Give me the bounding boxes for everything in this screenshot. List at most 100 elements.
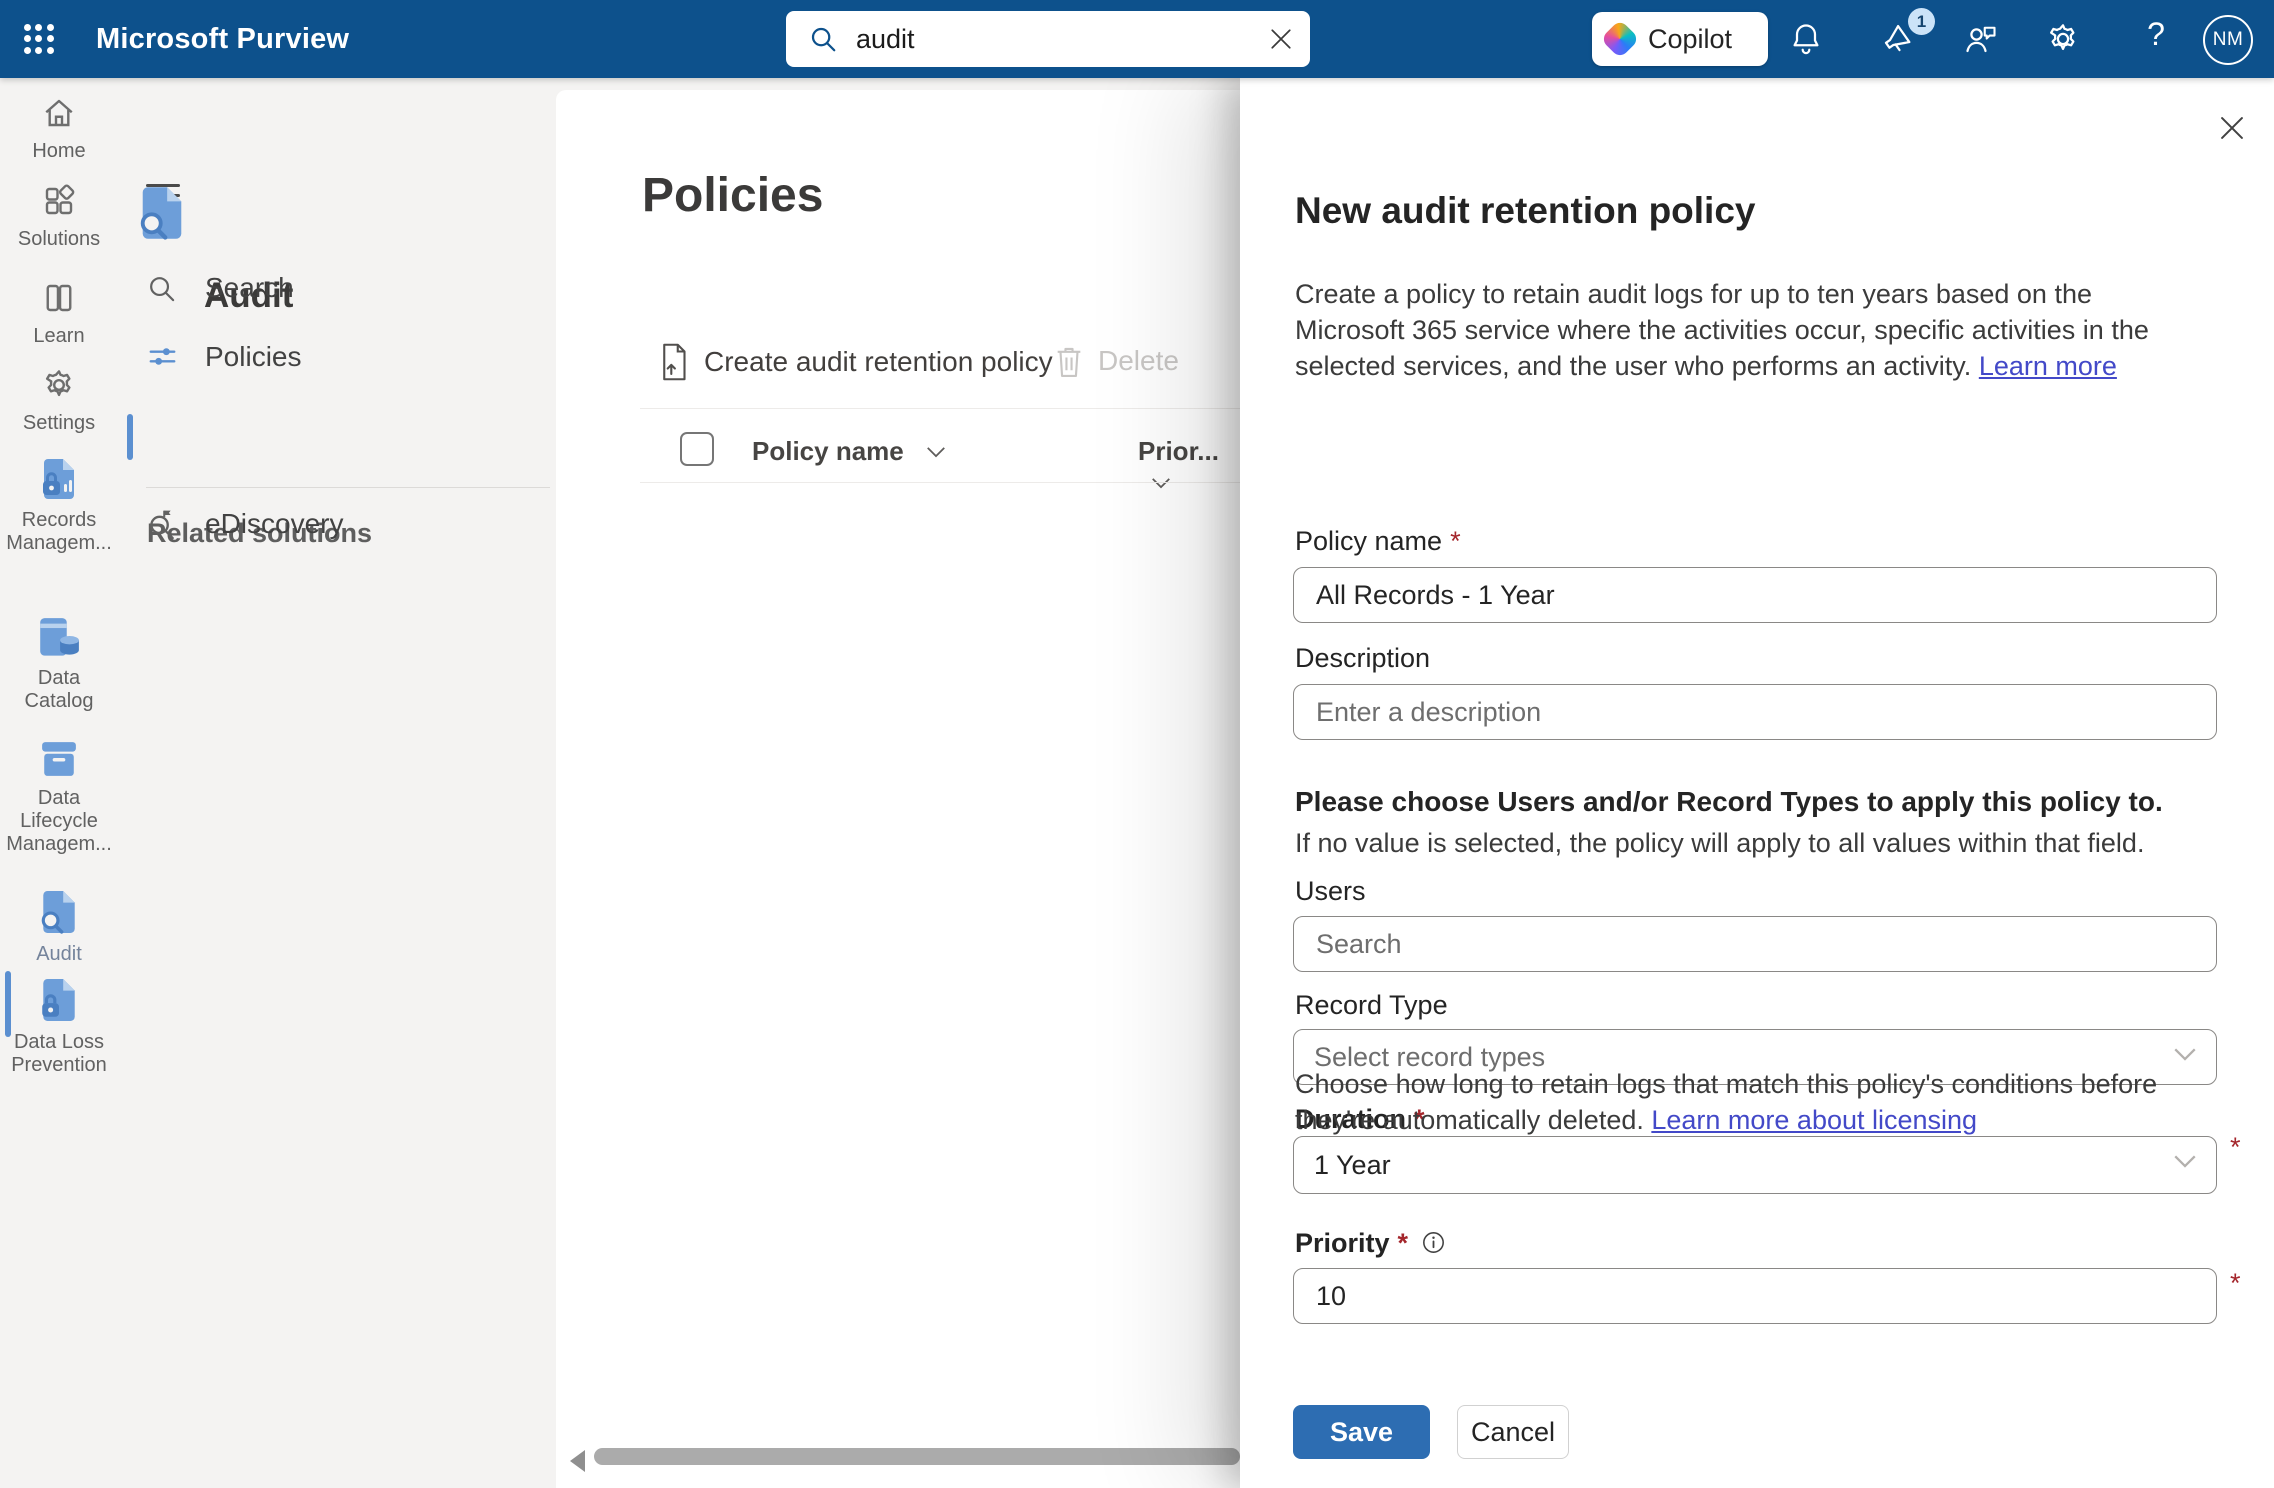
users-field[interactable] xyxy=(1293,916,2217,972)
duration-dropdown[interactable]: 1 Year xyxy=(1293,1136,2217,1194)
sidebar-item-ediscovery[interactable]: eDiscovery xyxy=(145,506,343,541)
top-bar: Microsoft Purview Copilot 1 ? NM xyxy=(0,0,2274,78)
required-asterisk: * xyxy=(1398,1228,1409,1258)
copilot-button[interactable]: Copilot xyxy=(1592,12,1768,66)
search-icon xyxy=(808,24,838,54)
column-label: Prior... xyxy=(1138,436,1219,466)
rail-item-solutions[interactable]: Solutions xyxy=(0,183,118,251)
copilot-icon xyxy=(1600,19,1640,59)
chevron-down-icon xyxy=(2172,1046,2198,1064)
table-header-divider xyxy=(640,482,1240,483)
required-asterisk: * xyxy=(1450,526,1461,556)
learn-more-link[interactable]: Learn more xyxy=(1979,351,2117,381)
rail-item-label: Data Lifecycle Managem... xyxy=(3,787,115,856)
audit-solution-icon xyxy=(140,186,184,240)
home-icon xyxy=(41,95,77,131)
sidebar-item-label: Search xyxy=(205,272,294,304)
priority-label: Priority* xyxy=(1295,1228,1447,1263)
sidebar-item-policies[interactable]: Policies xyxy=(146,340,301,373)
create-audit-retention-policy-button[interactable]: Create audit retention policy xyxy=(656,342,1053,382)
rail-item-label: Data Loss Prevention xyxy=(3,1031,115,1077)
description-label: Description xyxy=(1295,643,1430,674)
policy-name-input[interactable] xyxy=(1314,579,2178,612)
chevron-down-icon xyxy=(2172,1153,2198,1171)
rail-item-label: Learn xyxy=(3,325,115,348)
column-header-policy-name[interactable]: Policy name xyxy=(752,436,947,467)
rail-item-learn[interactable]: Learn xyxy=(0,280,118,348)
select-all-checkbox[interactable] xyxy=(680,432,714,466)
clear-search-icon[interactable] xyxy=(1266,24,1296,54)
trash-icon xyxy=(1052,342,1086,380)
sidebar-divider xyxy=(146,487,550,488)
panel-intro: Create a policy to retain audit logs for… xyxy=(1295,276,2205,384)
app-launcher-button[interactable] xyxy=(14,14,64,64)
scroll-left-arrow[interactable] xyxy=(570,1450,585,1472)
solutions-icon xyxy=(41,183,77,219)
rail-item-records-management[interactable]: Records Managem... xyxy=(0,458,118,555)
sidebar-item-label: Policies xyxy=(205,341,301,373)
policy-name-label: Policy name* xyxy=(1295,526,1461,557)
rail-item-audit[interactable]: Audit xyxy=(0,890,118,966)
delete-button[interactable]: Delete xyxy=(1052,342,1179,380)
main-content: Policies Create audit retention policy D… xyxy=(556,90,1240,1488)
licensing-link[interactable]: Learn more about licensing xyxy=(1651,1105,1977,1135)
rail-item-data-loss-prevention[interactable]: Data Loss Prevention xyxy=(0,978,118,1077)
sidebar-item-search[interactable]: Search xyxy=(146,272,294,304)
description-field[interactable] xyxy=(1293,684,2217,740)
priority-input[interactable] xyxy=(1314,1280,2178,1313)
copilot-label: Copilot xyxy=(1648,24,1732,55)
sort-chevron-icon xyxy=(1150,476,1172,490)
global-search-box[interactable] xyxy=(786,11,1310,67)
duration-help-text: Choose how long to retain logs that matc… xyxy=(1295,1066,2205,1138)
priority-field[interactable] xyxy=(1293,1268,2217,1324)
learn-icon xyxy=(41,280,77,316)
data-catalog-icon xyxy=(38,618,80,658)
notifications-bell-icon[interactable] xyxy=(1788,21,1824,57)
left-pane: Home Solutions Learn Settings Records Ma… xyxy=(0,78,556,1488)
panel-title: New audit retention policy xyxy=(1295,190,1756,232)
policies-sliders-icon xyxy=(146,340,179,373)
info-icon[interactable] xyxy=(1420,1229,1447,1263)
rail-item-label: Solutions xyxy=(3,228,115,251)
records-management-icon xyxy=(39,458,79,500)
data-lifecycle-icon xyxy=(39,740,79,778)
horizontal-scrollbar-thumb[interactable] xyxy=(594,1448,1240,1465)
rail-item-home[interactable]: Home xyxy=(0,95,118,163)
rail-item-data-catalog[interactable]: Data Catalog xyxy=(0,618,118,713)
purview-app: Microsoft Purview Copilot 1 ? NM xyxy=(0,0,2274,1488)
rail-item-label: Settings xyxy=(3,412,115,435)
record-type-label: Record Type xyxy=(1295,990,1448,1021)
account-avatar[interactable]: NM xyxy=(2203,15,2253,65)
notification-badge: 1 xyxy=(1908,8,1935,35)
rail-item-label: Home xyxy=(3,140,115,163)
users-search-input[interactable] xyxy=(1314,928,2178,961)
sort-chevron-icon xyxy=(925,445,947,459)
gear-icon xyxy=(41,367,77,403)
save-button[interactable]: Save xyxy=(1293,1405,1430,1459)
rail-item-label: Data Catalog xyxy=(3,667,115,713)
sidebar-selection-indicator xyxy=(127,414,133,460)
close-panel-icon[interactable] xyxy=(2215,111,2249,145)
page-title: Policies xyxy=(642,168,823,223)
global-search-input[interactable] xyxy=(854,23,1228,56)
cancel-button[interactable]: Cancel xyxy=(1457,1405,1569,1459)
search-icon xyxy=(146,273,177,304)
delete-button-label: Delete xyxy=(1098,345,1179,377)
rail-item-label: Audit xyxy=(3,943,115,966)
column-header-priority[interactable]: Prior... xyxy=(1138,436,1240,498)
duration-value: 1 Year xyxy=(1314,1150,1391,1181)
feedback-person-icon[interactable] xyxy=(1963,21,1999,57)
rail-item-data-lifecycle-management[interactable]: Data Lifecycle Managem... xyxy=(0,740,118,856)
description-input[interactable] xyxy=(1314,696,2178,729)
choose-section-heading: Please choose Users and/or Record Types … xyxy=(1295,786,2163,818)
rail-item-label: Records Managem... xyxy=(3,509,115,555)
create-button-label: Create audit retention policy xyxy=(704,346,1053,378)
waffle-icon xyxy=(22,22,56,56)
rail-item-settings[interactable]: Settings xyxy=(0,367,118,435)
policy-name-field[interactable] xyxy=(1293,567,2217,623)
settings-gear-icon[interactable] xyxy=(2045,21,2081,57)
required-asterisk: * xyxy=(2230,1268,2241,1299)
new-document-icon xyxy=(656,342,692,382)
help-icon[interactable]: ? xyxy=(2138,16,2174,60)
required-asterisk: * xyxy=(2230,1132,2241,1163)
